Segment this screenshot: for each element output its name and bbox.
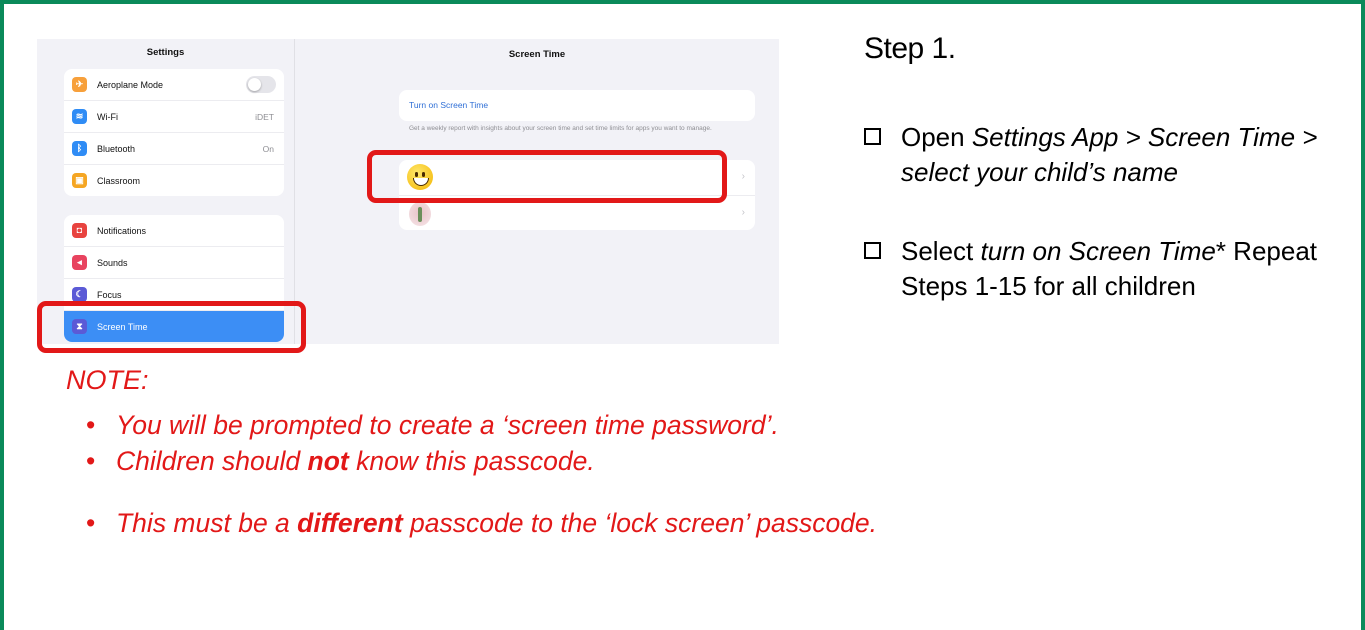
chevron-right-icon: › (741, 207, 745, 218)
sidebar-item-label: Focus (97, 289, 122, 300)
child-avatar-icon (409, 202, 431, 226)
aeroplane-mode-toggle[interactable] (246, 76, 276, 93)
note-bullet-1: • You will be prompted to create a ‘scre… (86, 409, 779, 442)
sidebar-item-wifi[interactable]: ≋ Wi-Fi iDET (64, 101, 284, 133)
bullet-icon: • (86, 410, 96, 440)
sidebar-item-label: Classroom (97, 175, 141, 186)
note-bullet-2-emphasis: not (307, 446, 349, 476)
sidebar-item-sounds[interactable]: ◂ Sounds (64, 247, 284, 279)
settings-title: Settings (146, 47, 185, 58)
notifications-icon: ◘ (72, 223, 87, 238)
slide-frame: Settings ✈ Aeroplane Mode ≋ Wi-Fi iDET ᛒ… (0, 0, 1365, 630)
focus-icon: ☾ (72, 287, 87, 302)
note-bullet-1-text: You will be prompted to create a ‘screen… (116, 410, 779, 440)
bullet-icon: • (86, 508, 96, 538)
screen-time-highlight-box (37, 301, 306, 353)
note-bullet-2: • Children should not know this passcode… (86, 445, 595, 478)
sidebar-item-label: Notifications (97, 225, 147, 236)
note-title: NOTE: (66, 365, 149, 395)
bluetooth-icon: ᛒ (72, 141, 87, 156)
bullet-icon: • (86, 446, 96, 476)
step-title: Step 1. (864, 32, 956, 65)
sidebar-item-label: Sounds (97, 257, 128, 268)
note-bullet-3-emphasis: different (297, 508, 403, 538)
screen-time-description: Get a weekly report with insights about … (409, 125, 712, 132)
item2-action: turn on Screen Time (980, 236, 1216, 266)
turn-on-screen-time-button[interactable]: Turn on Screen Time (399, 90, 755, 121)
bluetooth-status-value: On (262, 143, 274, 154)
sidebar-item-label: Aeroplane Mode (97, 79, 164, 90)
chevron-right-icon: › (741, 171, 745, 182)
item1-prefix: Open (901, 122, 972, 152)
sounds-icon: ◂ (72, 255, 87, 270)
sidebar-item-bluetooth[interactable]: ᛒ Bluetooth On (64, 133, 284, 165)
wifi-icon: ≋ (72, 109, 87, 124)
wifi-network-value: iDET (255, 111, 274, 122)
sidebar-item-classroom[interactable]: ▣ Classroom (64, 165, 284, 196)
note-bullet-3-a: This must be a (116, 508, 298, 538)
screen-time-title: Screen Time (508, 49, 566, 60)
child-highlight-box (367, 150, 727, 203)
sidebar-item-label: Bluetooth (97, 143, 136, 154)
checkbox-icon (864, 128, 881, 145)
sidebar-item-aeroplane-mode[interactable]: ✈ Aeroplane Mode (64, 69, 284, 101)
turn-on-label: Turn on Screen Time (409, 100, 489, 110)
checkbox-icon (864, 242, 881, 259)
classroom-icon: ▣ (72, 173, 87, 188)
note-bullet-3-c: passcode to the ‘lock screen’ passcode. (402, 508, 878, 538)
note-bullet-2-c: know this passcode. (348, 446, 595, 476)
airplane-icon: ✈ (72, 77, 87, 92)
sidebar-item-label: Wi-Fi (97, 111, 118, 122)
item2-prefix: Select (901, 236, 981, 266)
settings-group-connectivity: ✈ Aeroplane Mode ≋ Wi-Fi iDET ᛒ Bluetoot… (64, 69, 284, 196)
settings-sidebar: Settings ✈ Aeroplane Mode ≋ Wi-Fi iDET ᛒ… (37, 39, 295, 344)
note-bullet-2-a: Children should (116, 446, 308, 476)
sidebar-item-notifications[interactable]: ◘ Notifications (64, 215, 284, 247)
note-bullet-3: • This must be a different passcode to t… (86, 507, 916, 540)
